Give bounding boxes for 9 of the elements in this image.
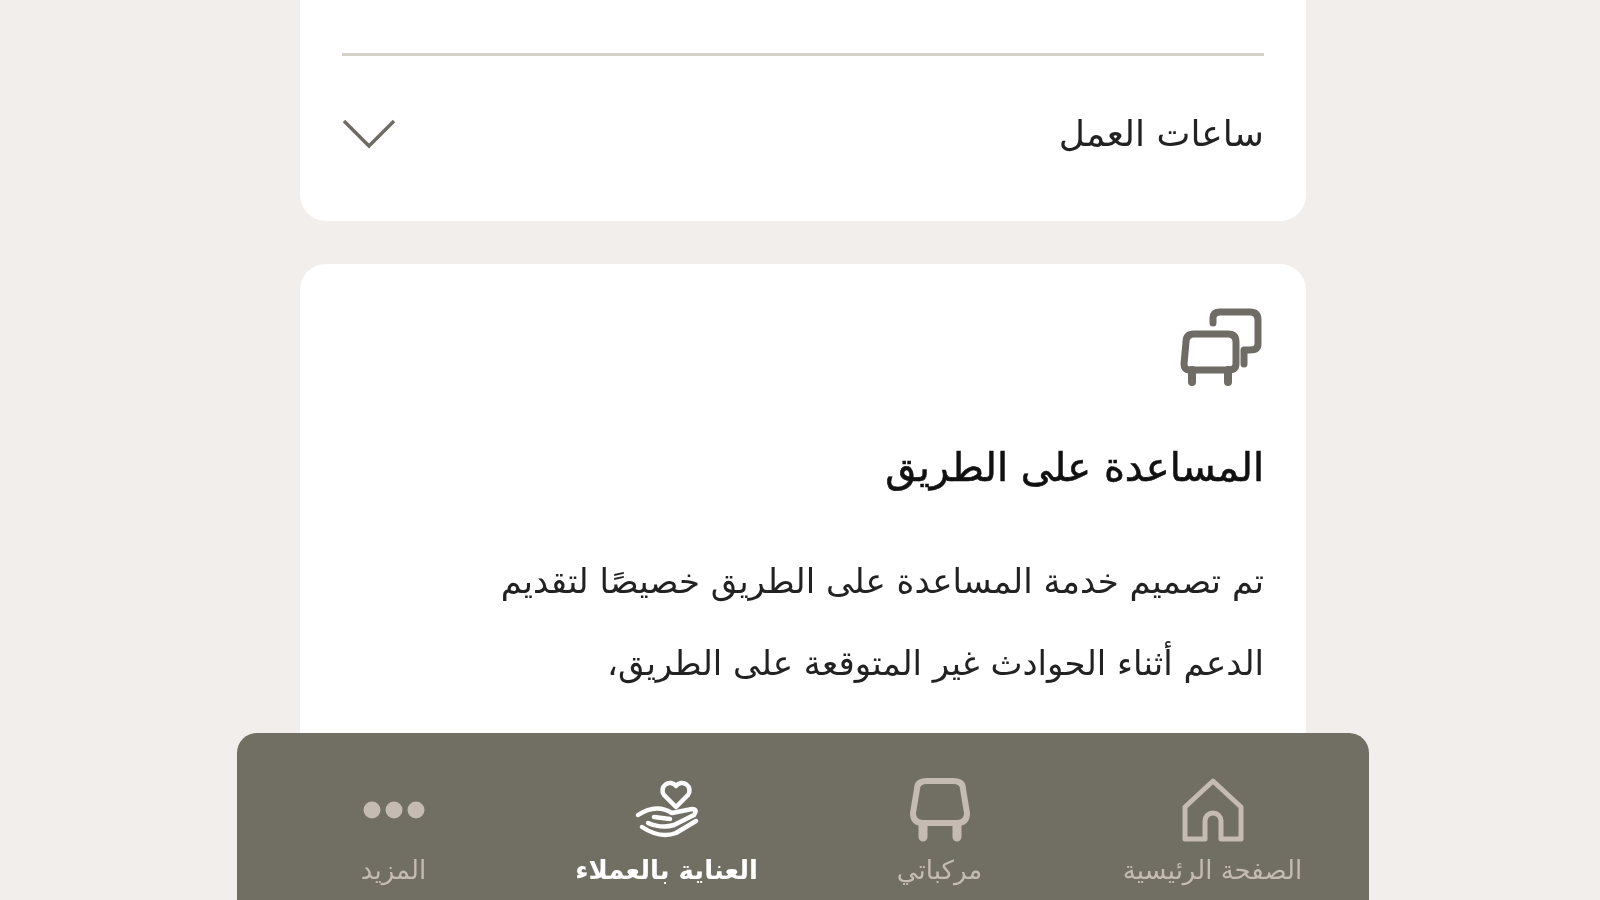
section-title: ساعات العمل	[1058, 113, 1264, 154]
nav-tab[interactable]: المزيد	[257, 733, 530, 900]
card-description: تم تصميم خدمة المساعدة على الطريق خصيصًا لتقديم الدعم أثناء الحوادث غير المتوقعة على الطريق،	[499, 560, 1264, 686]
card-title: المساعدة على الطريق	[884, 444, 1264, 490]
nav-tab[interactable]: العناية بالعملاء	[530, 733, 803, 900]
two-buses-icon	[1178, 308, 1264, 386]
more-icon	[361, 800, 426, 820]
nav-tab[interactable]: الصفحة الرئيسية	[1076, 733, 1349, 900]
nav-tab[interactable]: مركباتي	[803, 733, 1076, 900]
